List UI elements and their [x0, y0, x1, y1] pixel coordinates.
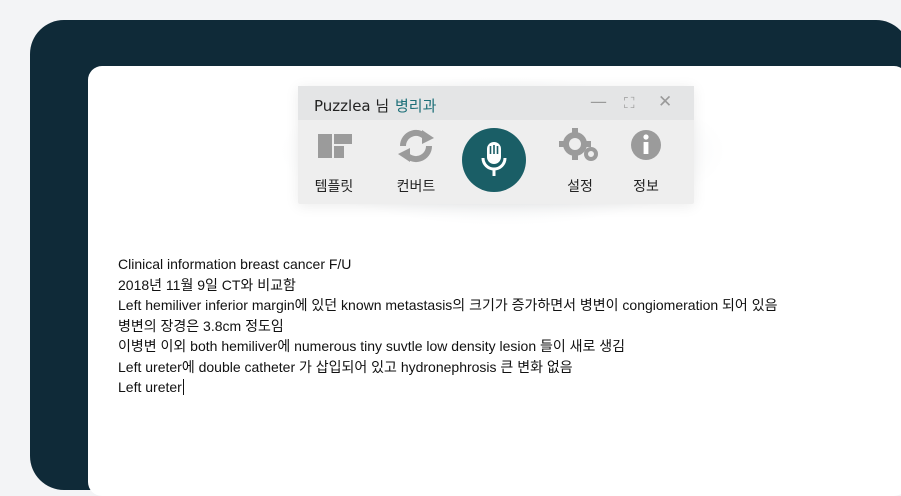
report-line: Left ureter에 double catheter 가 삽입되어 있고 h… — [118, 358, 573, 375]
info-icon — [631, 130, 661, 160]
template-label: 템플릿 — [314, 179, 354, 195]
convert-icon — [398, 129, 434, 163]
settings-label: 설정 — [567, 179, 593, 195]
template-icon — [318, 134, 352, 158]
settings-button[interactable]: 설정 — [550, 128, 610, 198]
info-label: 정보 — [633, 179, 659, 195]
maximize-button[interactable]: ⛶ — [624, 94, 635, 112]
toolbar-header: Puzzlea 님 병리과 — ⛶ ✕ — [298, 86, 694, 120]
device-frame: Puzzlea 님 병리과 — ⛶ ✕ 템플릿 컨버트 설정 정보 Clinic… — [30, 20, 901, 496]
microphone-icon — [481, 142, 507, 176]
user-name: Puzzlea 님 — [314, 97, 390, 115]
report-text-area[interactable]: Clinical information breast cancer F/U 2… — [118, 254, 777, 398]
report-line: 2018년 11월 9일 CT와 비교함 — [118, 276, 296, 293]
convert-label: 컨버트 — [396, 179, 436, 195]
report-line: Clinical information breast cancer F/U — [118, 256, 352, 272]
app-screen: Puzzlea 님 병리과 — ⛶ ✕ 템플릿 컨버트 설정 정보 Clinic… — [88, 66, 901, 496]
report-line: 이병변 이외 both hemiliver에 numerous tiny suv… — [118, 338, 626, 354]
current-line-text: Left ureter — [118, 379, 182, 395]
text-cursor — [182, 379, 184, 395]
report-line-current: Left ureter — [118, 377, 777, 398]
report-line: Left hemiliver inferior margin에 있던 known… — [118, 297, 778, 313]
dictation-toolbar: Puzzlea 님 병리과 — ⛶ ✕ 템플릿 컨버트 설정 정보 — [298, 86, 694, 204]
record-button[interactable] — [462, 128, 526, 192]
template-button[interactable]: 템플릿 — [304, 128, 364, 198]
gear-icon — [559, 128, 598, 161]
close-button[interactable]: ✕ — [658, 92, 672, 112]
info-button[interactable]: 정보 — [616, 128, 676, 198]
department-label[interactable]: 병리과 — [395, 95, 436, 116]
report-line: 병변의 장경은 3.8cm 정도임 — [118, 317, 284, 334]
convert-button[interactable]: 컨버트 — [386, 128, 446, 198]
minimize-button[interactable]: — — [590, 92, 607, 112]
